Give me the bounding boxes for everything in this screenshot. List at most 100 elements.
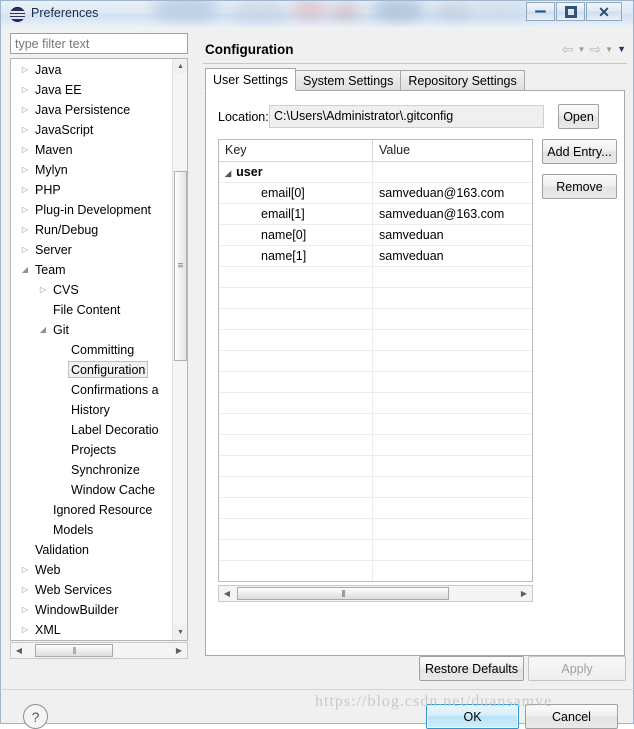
minimize-button[interactable]	[526, 2, 555, 21]
table-row-empty[interactable]	[219, 561, 532, 581]
sidebar-item-server[interactable]: ▷ Server	[11, 240, 173, 260]
sidebar-item-windowbuilder[interactable]: ▷ WindowBuilder	[11, 600, 173, 620]
table-row-empty[interactable]	[219, 498, 532, 519]
column-header-key[interactable]: Key	[219, 140, 373, 161]
tree-horizontal-scrollbar[interactable]: ◀ ▶	[10, 642, 188, 659]
config-table[interactable]: Key Value ◢ user email[0] samveduan@163.com…	[218, 139, 533, 582]
tab-user-settings[interactable]: User Settings	[205, 68, 297, 91]
table-row-empty[interactable]	[219, 414, 532, 435]
sidebar-item-committing[interactable]: Committing	[11, 340, 173, 360]
scroll-left-icon[interactable]: ◀	[219, 586, 235, 601]
table-row[interactable]: ◢ user	[219, 162, 532, 183]
open-button[interactable]: Open	[558, 104, 599, 129]
sidebar-item-php[interactable]: ▷ PHP	[11, 180, 173, 200]
remove-button[interactable]: Remove	[542, 174, 617, 199]
sidebar-item-team[interactable]: ◢ Team	[11, 260, 173, 280]
table-row[interactable]: name[1] samveduan	[219, 246, 532, 267]
back-arrow-icon[interactable]: ⇦	[562, 42, 574, 56]
chevron-right-icon[interactable]: ▷	[19, 560, 31, 580]
chevron-right-icon[interactable]: ▷	[19, 160, 31, 180]
chevron-right-icon[interactable]: ▷	[19, 240, 31, 260]
sidebar-item-mylyn[interactable]: ▷ Mylyn	[11, 160, 173, 180]
sidebar-item-cvs[interactable]: ▷ CVS	[11, 280, 173, 300]
chevron-right-icon[interactable]: ▷	[19, 60, 31, 80]
chevron-right-icon[interactable]: ▷	[19, 80, 31, 100]
sidebar-item-label-decoratio[interactable]: Label Decoratio	[11, 420, 173, 440]
sidebar-item-projects[interactable]: Projects	[11, 440, 173, 460]
add-entry-button[interactable]: Add Entry...	[542, 139, 617, 164]
chevron-right-icon[interactable]: ▷	[19, 620, 31, 640]
sidebar-item-ignored-resource[interactable]: Ignored Resource	[11, 500, 173, 520]
view-menu-chevron-down-icon[interactable]: ▼	[617, 44, 626, 54]
tree-vertical-scrollbar[interactable]: ▲ ▼	[172, 59, 187, 640]
table-row-empty[interactable]	[219, 393, 532, 414]
chevron-down-icon[interactable]: ◢	[19, 260, 31, 280]
sidebar-item-configuration[interactable]: Configuration	[11, 360, 173, 380]
help-icon[interactable]: ?	[23, 704, 48, 729]
sidebar-item-plug-in-development[interactable]: ▷ Plug-in Development	[11, 200, 173, 220]
table-row-empty[interactable]	[219, 267, 532, 288]
table-row-empty[interactable]	[219, 540, 532, 561]
chevron-right-icon[interactable]: ▷	[19, 600, 31, 620]
sidebar-item-xml[interactable]: ▷ XML	[11, 620, 173, 640]
chevron-right-icon[interactable]: ▷	[19, 580, 31, 600]
chevron-right-icon[interactable]: ▷	[19, 120, 31, 140]
forward-chevron-down-icon[interactable]: ▼	[605, 45, 613, 54]
scrollbar-thumb[interactable]	[237, 587, 449, 600]
sidebar-item-confirmations-a[interactable]: Confirmations a	[11, 380, 173, 400]
chevron-right-icon[interactable]: ▷	[19, 140, 31, 160]
table-row-empty[interactable]	[219, 435, 532, 456]
table-row-empty[interactable]	[219, 477, 532, 498]
chevron-down-icon[interactable]: ◢	[37, 320, 49, 340]
column-header-value[interactable]: Value	[373, 140, 532, 161]
sidebar-item-synchronize[interactable]: Synchronize	[11, 460, 173, 480]
scrollbar-thumb[interactable]	[35, 644, 113, 657]
ok-button[interactable]: OK	[426, 704, 519, 729]
sidebar-item-git[interactable]: ◢ Git	[11, 320, 173, 340]
sidebar-item-history[interactable]: History	[11, 400, 173, 420]
tab-repository-settings[interactable]: Repository Settings	[400, 70, 525, 91]
sidebar-item-maven[interactable]: ▷ Maven	[11, 140, 173, 160]
scrollbar-thumb[interactable]	[174, 171, 187, 361]
table-horizontal-scrollbar[interactable]: ◀ ▶	[218, 585, 533, 602]
sidebar-item-window-cache[interactable]: Window Cache	[11, 480, 173, 500]
restore-button[interactable]	[556, 2, 585, 21]
tab-system-settings[interactable]: System Settings	[295, 70, 402, 91]
scroll-down-icon[interactable]: ▼	[173, 625, 187, 640]
forward-arrow-icon[interactable]: ⇨	[589, 42, 601, 56]
table-row-empty[interactable]	[219, 309, 532, 330]
sidebar-item-web[interactable]: ▷ Web	[11, 560, 173, 580]
chevron-right-icon[interactable]: ▷	[19, 180, 31, 200]
sidebar-item-javascript[interactable]: ▷ JavaScript	[11, 120, 173, 140]
chevron-down-icon[interactable]: ◢	[225, 169, 231, 178]
table-row[interactable]: email[0] samveduan@163.com	[219, 183, 532, 204]
sidebar-item-java-ee[interactable]: ▷ Java EE	[11, 80, 173, 100]
table-row-empty[interactable]	[219, 372, 532, 393]
sidebar-item-models[interactable]: Models	[11, 520, 173, 540]
scroll-right-icon[interactable]: ▶	[171, 643, 187, 658]
table-row-empty[interactable]	[219, 330, 532, 351]
scroll-up-icon[interactable]: ▲	[173, 59, 187, 74]
table-row-empty[interactable]	[219, 519, 532, 540]
apply-button[interactable]: Apply	[528, 656, 626, 681]
back-chevron-down-icon[interactable]: ▼	[578, 45, 586, 54]
table-row-empty[interactable]	[219, 351, 532, 372]
scroll-right-icon[interactable]: ▶	[516, 586, 532, 601]
scroll-left-icon[interactable]: ◀	[11, 643, 27, 658]
sidebar-item-java[interactable]: ▷ Java	[11, 60, 173, 80]
preferences-tree[interactable]: ▷ Java ▷ Java EE ▷ Java Persistence ▷ JavaScrip…	[10, 58, 188, 641]
chevron-right-icon[interactable]: ▷	[19, 200, 31, 220]
sidebar-item-web-services[interactable]: ▷ Web Services	[11, 580, 173, 600]
filter-input[interactable]	[10, 33, 188, 54]
sidebar-item-validation[interactable]: Validation	[11, 540, 173, 560]
table-row[interactable]: email[1] samveduan@163.com	[219, 204, 532, 225]
table-row-empty[interactable]	[219, 288, 532, 309]
sidebar-item-run-debug[interactable]: ▷ Run/Debug	[11, 220, 173, 240]
cancel-button[interactable]: Cancel	[525, 704, 618, 729]
chevron-right-icon[interactable]: ▷	[37, 280, 49, 300]
table-row-empty[interactable]	[219, 456, 532, 477]
table-row[interactable]: name[0] samveduan	[219, 225, 532, 246]
chevron-right-icon[interactable]: ▷	[19, 220, 31, 240]
sidebar-item-file-content[interactable]: File Content	[11, 300, 173, 320]
sidebar-item-java-persistence[interactable]: ▷ Java Persistence	[11, 100, 173, 120]
